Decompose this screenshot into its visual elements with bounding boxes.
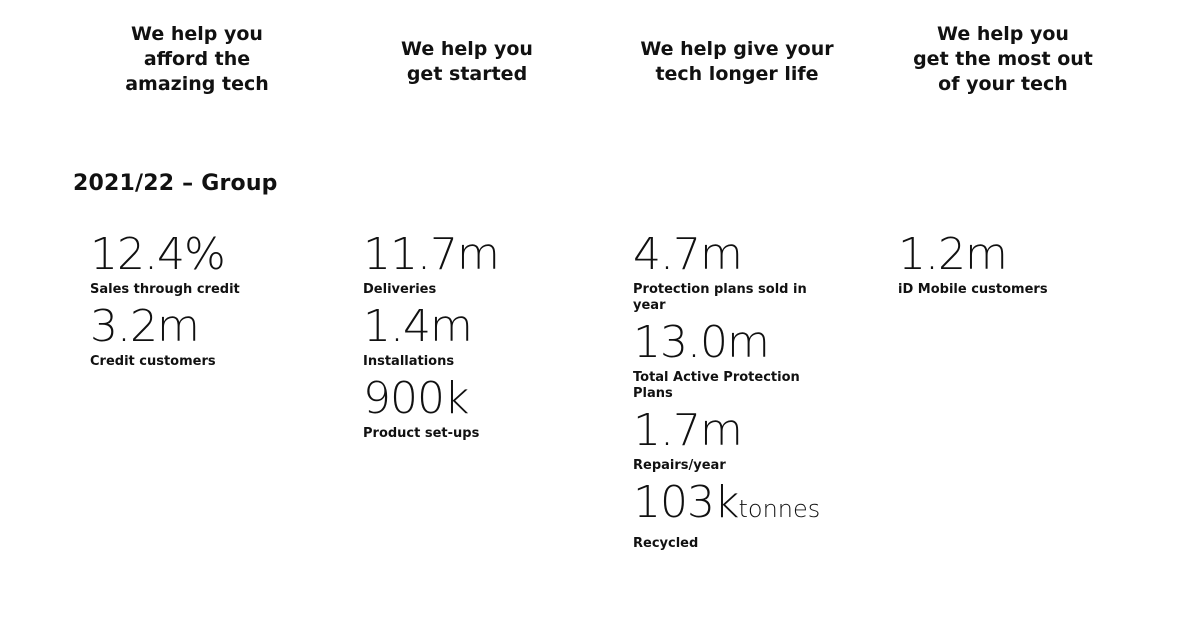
column-most-out: 1.2m iD Mobile customers [898,230,1128,302]
stat-value: 3.2m [90,301,200,352]
stat-value: 11.7m [363,229,500,280]
column-get-started: 11.7m Deliveries 1.4m Installations 900k… [363,230,593,446]
stat-recycled: 103ktonnes Recycled [633,478,843,552]
heading-afford: We help you afford the amazing tech [125,23,269,95]
stat-value-row: 103ktonnes [633,478,843,534]
stat-value: 900k [363,373,469,424]
stat-credit-customers: 3.2m Credit customers [90,302,320,370]
stat-protection-plans-sold: 4.7m Protection plans sold in year [633,230,843,314]
period-title: 2021/22 – Group [73,171,278,196]
stat-value: 1.4m [363,301,473,352]
column-afford: 12.4% Sales through credit 3.2m Credit c… [90,230,320,374]
stat-unit: tonnes [738,495,821,523]
stat-label: iD Mobile customers [898,282,1048,297]
column-longer-life: 4.7m Protection plans sold in year 13.0m… [633,230,843,556]
stat-label: Installations [363,354,455,369]
stat-value: 103k [633,477,739,528]
stat-value: 1.7m [633,405,743,456]
stat-active-protection-plans: 13.0m Total Active Protection Plans [633,318,843,402]
stat-installations: 1.4m Installations [363,302,593,370]
stat-deliveries: 11.7m Deliveries [363,230,593,298]
stat-id-mobile: 1.2m iD Mobile customers [898,230,1128,298]
stat-credit-sales: 12.4% Sales through credit [90,230,320,298]
heading-get-started: We help you get started [401,38,533,85]
stat-label: Deliveries [363,282,437,297]
stat-repairs: 1.7m Repairs/year [633,406,843,474]
stat-product-setups: 900k Product set-ups [363,374,593,442]
stat-label: Sales through credit [90,282,240,297]
stat-value: 1.2m [898,229,1008,280]
stat-label: Recycled [633,536,699,551]
stat-label: Protection plans sold in year [633,282,807,313]
heading-most-out: We help you get the most out of your tec… [913,23,1093,95]
stat-label: Total Active Protection Plans [633,370,800,401]
stat-value: 12.4% [90,229,226,280]
stat-value: 13.0m [633,317,770,368]
stat-value: 4.7m [633,229,743,280]
stat-label: Product set-ups [363,426,480,441]
stat-label: Repairs/year [633,458,726,473]
stat-label: Credit customers [90,354,216,369]
heading-longer-life: We help give your tech longer life [640,38,834,85]
